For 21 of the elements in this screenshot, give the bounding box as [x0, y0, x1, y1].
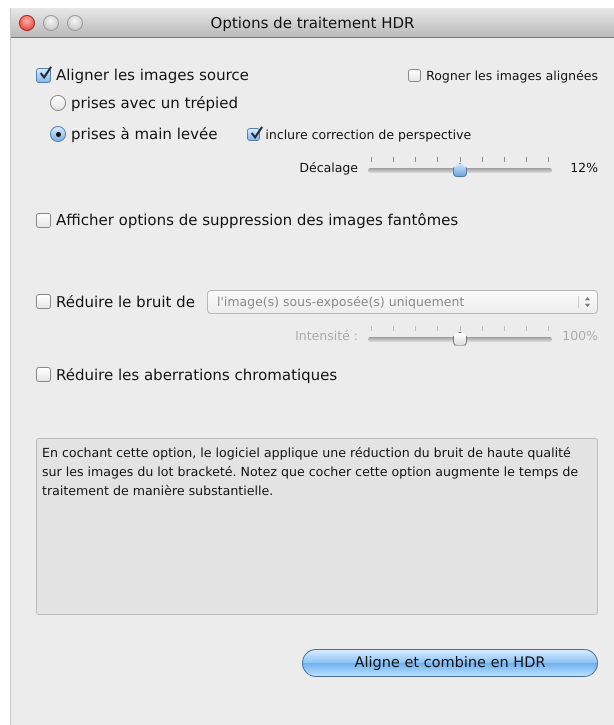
- stepper-icon: [578, 296, 591, 308]
- slider-value: 100%: [562, 328, 598, 343]
- slider-label: Décalage: [299, 160, 358, 174]
- window-title: Options de traitement HDR: [210, 14, 414, 32]
- minimize-button[interactable]: [43, 14, 59, 30]
- radio-option[interactable]: prises avec un trépied: [50, 94, 238, 112]
- perspective-checkbox[interactable]: inclure correction de perspective: [247, 126, 472, 142]
- slider-thumb[interactable]: [453, 163, 467, 177]
- align-merge-button[interactable]: Aligne et combine en HDR: [302, 649, 598, 677]
- radio-option[interactable]: prises à main levée: [50, 125, 218, 143]
- zoom-button[interactable]: [67, 14, 83, 30]
- noise-checkbox[interactable]: Réduire le bruit de: [36, 292, 195, 310]
- chromatic-checkbox[interactable]: Réduire les aberrations chromatiques: [36, 366, 338, 384]
- description-text: En cochant cette option, le logiciel applique une réduction du bruit de haute qualité sur les images du lot bracketé. Notez que cocher cette option augmente le temps de traitement de manière substantielle.: [42, 444, 580, 500]
- slider-label: Intensité :: [295, 328, 358, 343]
- ghost-checkbox[interactable]: Afficher options de suppression des images fantômes: [36, 211, 458, 229]
- crop-checkbox[interactable]: Rogner les images alignées: [408, 68, 598, 82]
- align-checkbox[interactable]: Aligner les images source: [36, 66, 249, 84]
- offset-slider[interactable]: [368, 157, 552, 177]
- slider-value: 12%: [569, 160, 598, 174]
- close-button[interactable]: [19, 14, 35, 30]
